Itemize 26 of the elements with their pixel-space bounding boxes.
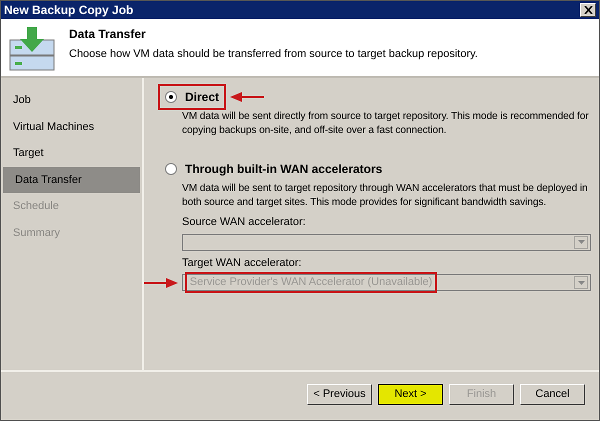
radio-option[interactable]: Direct bbox=[160, 86, 224, 108]
radio-button[interactable] bbox=[165, 163, 177, 175]
step-item[interactable]: Target bbox=[1, 140, 142, 166]
header-description: Choose how VM data should be transferred from source to target backup repository. bbox=[69, 47, 478, 62]
step-item[interactable]: Data Transfer bbox=[3, 166, 140, 193]
option-description: VM data will be sent to target repository through WAN accelerators that must be deployed in both source and target sites. This mode provides for significant bandwidth savings. bbox=[182, 182, 589, 210]
close-icon[interactable] bbox=[584, 6, 592, 14]
option-description: VM data will be sent directly from source to target repository. This mode is recommended for copying backups on-site, and off-site over a fast connection. bbox=[182, 110, 590, 138]
wizard-button[interactable]: Cancel bbox=[520, 384, 585, 404]
arrow-icon bbox=[144, 278, 178, 288]
step-item[interactable]: Virtual Machines bbox=[1, 114, 142, 140]
field-label: Target WAN accelerator: bbox=[182, 256, 302, 270]
close-button[interactable] bbox=[580, 3, 596, 17]
header-title: Data Transfer bbox=[69, 27, 147, 42]
field-label: Source WAN accelerator: bbox=[182, 215, 307, 230]
field-value: Service Provider's WAN Accelerator (Unavailable) bbox=[187, 274, 436, 291]
step-item[interactable]: Job bbox=[1, 87, 142, 114]
radio-button[interactable] bbox=[165, 91, 177, 103]
window-title: New Backup Copy Job bbox=[4, 2, 134, 19]
radio-option[interactable]: Through built-in WAN accelerators bbox=[160, 158, 388, 180]
wizard-button[interactable]: Next > bbox=[378, 384, 443, 404]
option-label: Direct bbox=[185, 89, 220, 106]
option-label: Through built-in WAN accelerators bbox=[185, 161, 382, 178]
server-download-icon bbox=[9, 25, 55, 71]
wizard-button[interactable]: < Previous bbox=[307, 384, 372, 404]
arrow-icon bbox=[230, 92, 264, 102]
